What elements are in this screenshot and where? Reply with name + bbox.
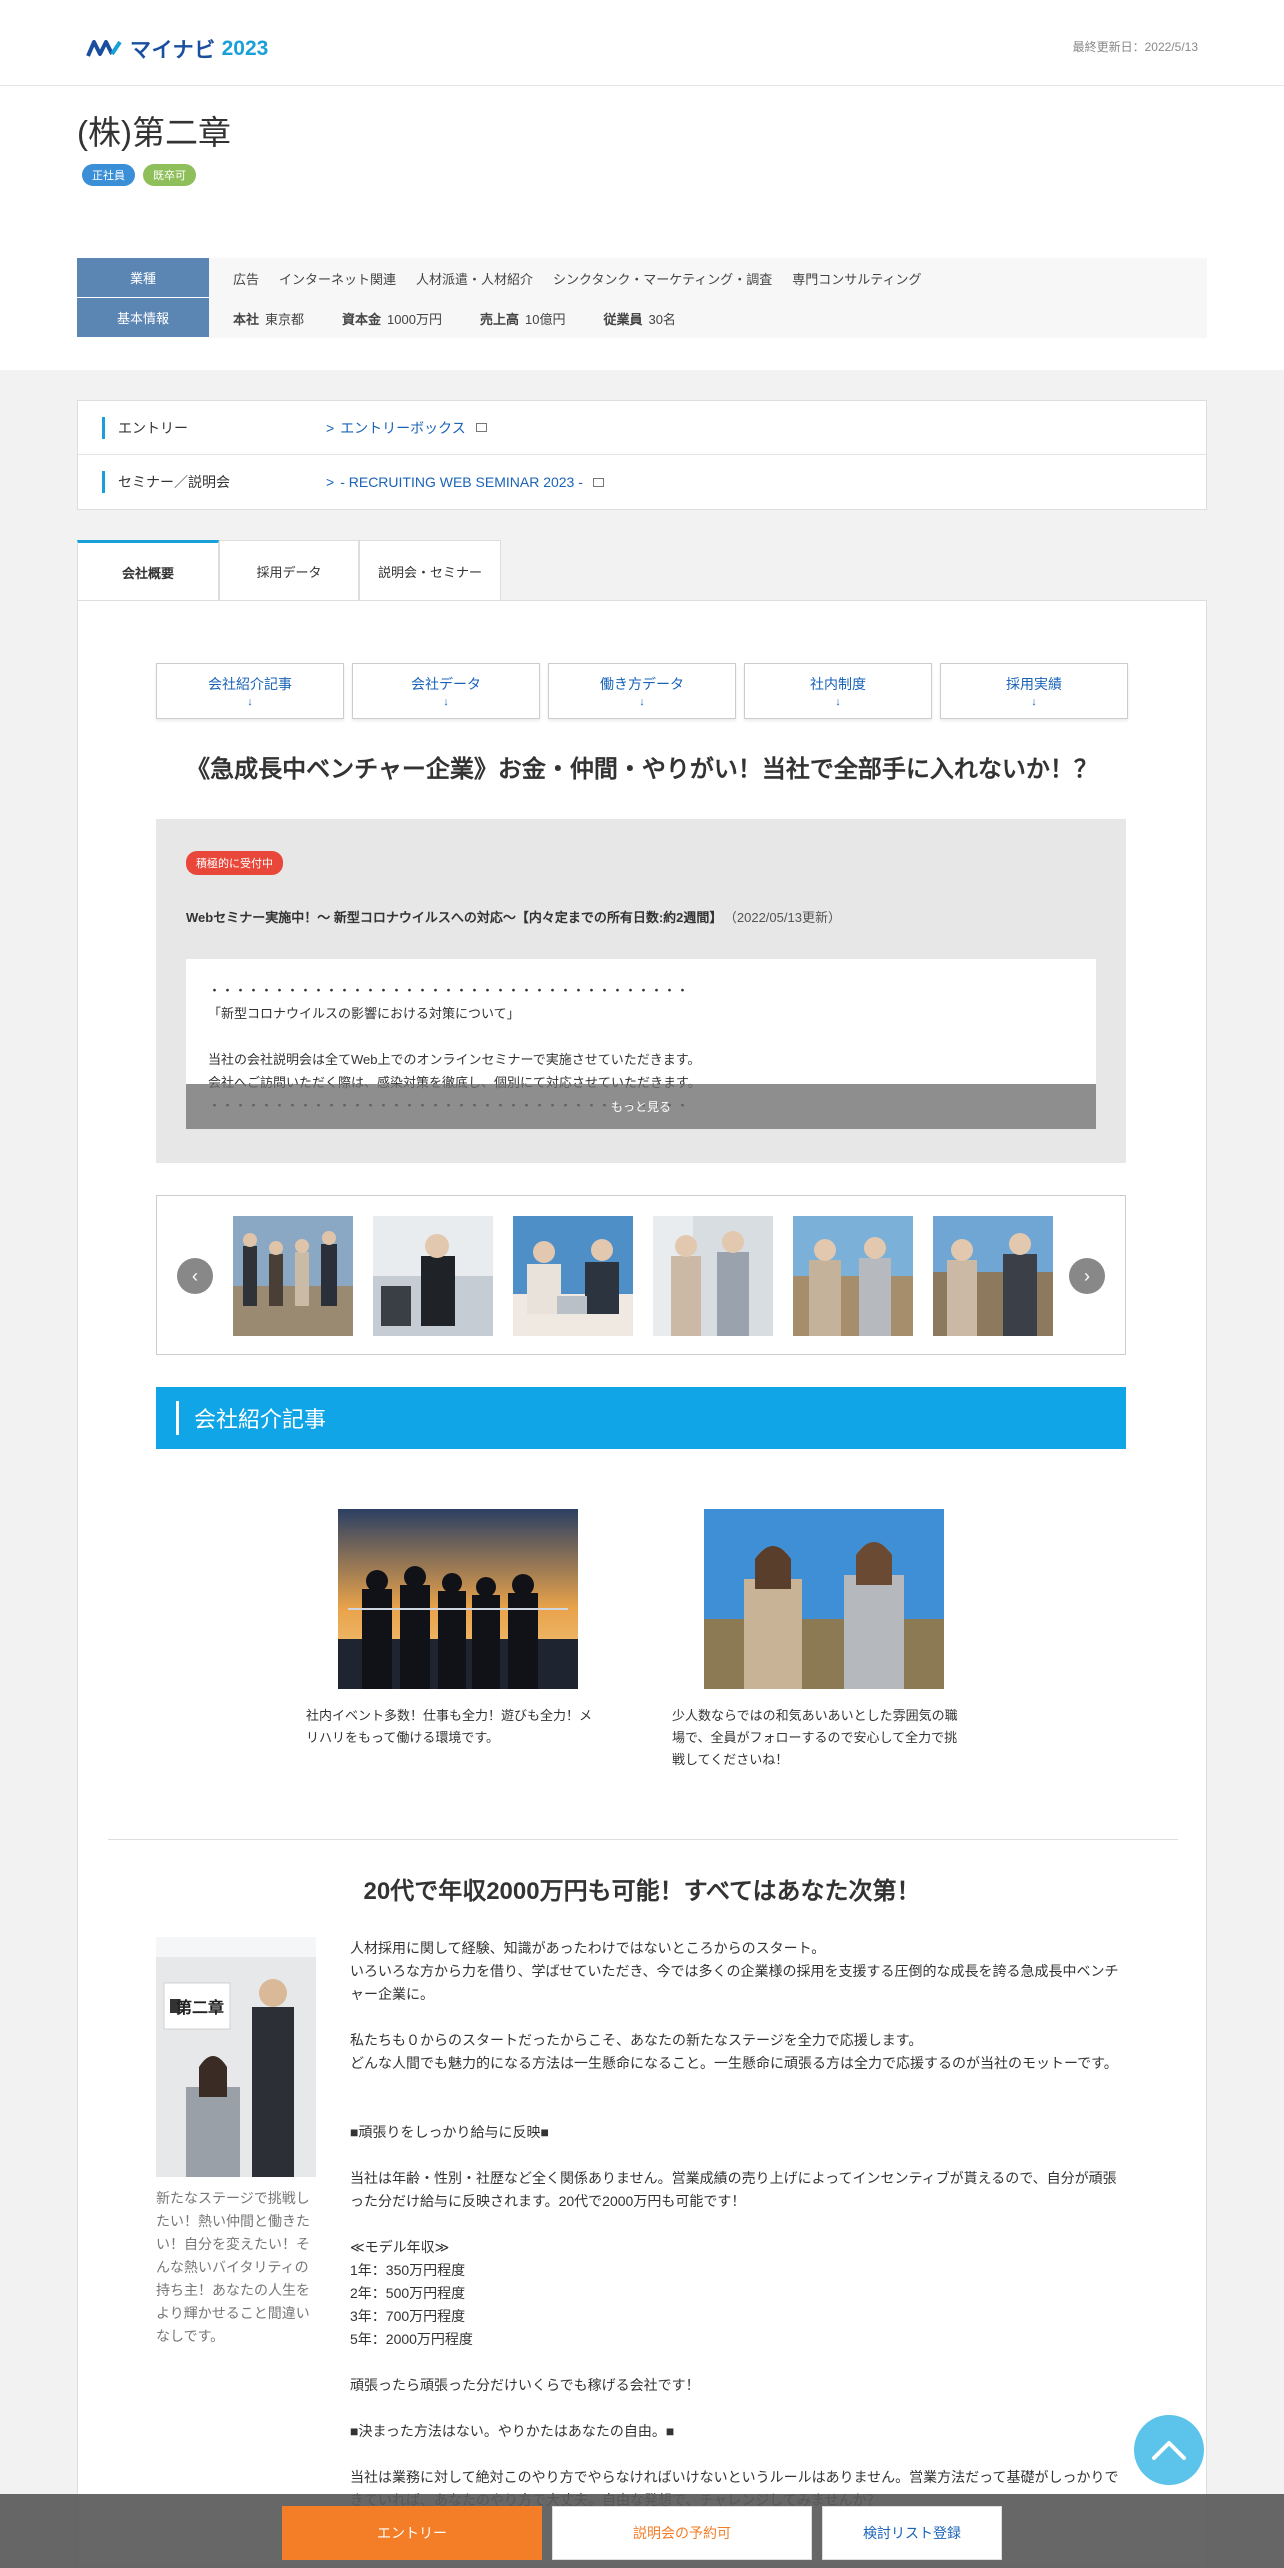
reserve-seminar-button[interactable]: 説明会の予約可 xyxy=(552,2506,812,2560)
section-subnav: 会社紹介記事 ↓ 会社データ ↓ 働き方データ ↓ 社内制度 ↓ 採用実績 ↓ xyxy=(156,663,1128,719)
industry-item: インターネット関連 xyxy=(279,271,397,287)
section-divider xyxy=(108,1839,1178,1840)
basic-info-values: 本社 東京都 資本金 1000万円 売上高 10億円 従業員 30名 xyxy=(209,298,1207,338)
entry-box-link-label: エントリーボックス xyxy=(340,419,466,436)
news-line: 当社の会社説明会は全てWeb上でのオンラインセミナーで実施させていただきます。 xyxy=(208,1052,701,1067)
news-title: Webセミナー実施中！～ 新型コロナウイルスへの対応～【内々定までの所有日数:約… xyxy=(186,910,841,925)
company-info-table: 業種 広告 インターネット関連 人材派遣・人材紹介 シンクタンク・マーケティング… xyxy=(77,258,1207,338)
gallery-photo[interactable] xyxy=(933,1216,1053,1336)
add-to-list-button[interactable]: 検討リスト登録 xyxy=(822,2506,1002,2560)
seminar-link[interactable]: > - RECRUITING WEB SEMINAR 2023 - xyxy=(326,474,604,490)
logo-mark-icon xyxy=(86,40,122,57)
sticky-action-bar: エントリー 説明会の予約可 検討リスト登録 xyxy=(0,2494,1284,2568)
pr-body-text: 人材採用に関して経験、知識があったわけではないところからのスタート。 いろいろな… xyxy=(350,1940,1119,2508)
tab-recruit-data[interactable]: 採用データ xyxy=(219,540,359,601)
article-list: 社内イベント多数！仕事も全力！遊びも全力！メリハリをもって働ける環境です。 少人… xyxy=(306,1509,972,1771)
tab-bar: 会社概要 採用データ 説明会・セミナー xyxy=(77,540,501,601)
company-name: (株)第二章 xyxy=(77,114,231,151)
gallery-photo[interactable] xyxy=(793,1216,913,1336)
entry-box: エントリー > エントリーボックス セミナー／説明会 > - RECRUITIN… xyxy=(77,400,1207,510)
chevron-right-icon: > xyxy=(326,419,335,436)
tab-seminars[interactable]: 説明会・セミナー xyxy=(359,540,501,601)
industry-item: 人材派遣・人材紹介 xyxy=(416,271,534,287)
svg-text:第二章: 第二章 xyxy=(176,1998,224,2017)
main-content: 会社紹介記事 ↓ 会社データ ↓ 働き方データ ↓ 社内制度 ↓ 採用実績 ↓ 《急成長中… xyxy=(77,600,1207,2568)
external-link-icon xyxy=(592,477,604,487)
industry-label: 業種 xyxy=(77,258,209,298)
show-more-button[interactable]: もっと見る xyxy=(186,1084,1096,1129)
subnav-work-data[interactable]: 働き方データ ↓ xyxy=(548,663,736,719)
industry-values: 広告 インターネット関連 人材派遣・人材紹介 シンクタンク・マーケティング・調査… xyxy=(209,258,1207,298)
subnav-articles[interactable]: 会社紹介記事 ↓ xyxy=(156,663,344,719)
arrow-down-icon: ↓ xyxy=(835,696,841,708)
subnav-hiring-record[interactable]: 採用実績 ↓ xyxy=(940,663,1128,719)
seminar-row: セミナー／説明会 > - RECRUITING WEB SEMINAR 2023… xyxy=(78,455,1206,509)
article-caption: 少人数ならではの和気あいあいとした雰囲気の職場で、全員がフォローするので安心して… xyxy=(672,1708,958,1767)
news-line: 「新型コロナウイルスの影響における対策について」 xyxy=(208,1006,520,1021)
industry-item: 広告 xyxy=(233,271,260,287)
arrow-down-icon: ↓ xyxy=(639,696,645,708)
entry-row: エントリー > エントリーボックス xyxy=(78,401,1206,455)
gallery-photo[interactable] xyxy=(373,1216,493,1336)
entry-box-link[interactable]: > エントリーボックス xyxy=(326,418,487,438)
arrow-down-icon: ↓ xyxy=(443,696,449,708)
badges: 正社員 既卒可 xyxy=(82,164,196,186)
article-photo xyxy=(704,1509,944,1689)
news-date: （2022/05/13更新） xyxy=(730,910,841,925)
article-card[interactable]: 社内イベント多数！仕事も全力！遊びも全力！メリハリをもって働ける環境です。 xyxy=(306,1509,606,1771)
logo-year: 2023 xyxy=(221,37,269,60)
basic-item-employees: 従業員 30名 xyxy=(603,311,676,327)
last-updated: 最終更新日：2022/5/13 xyxy=(1072,40,1198,54)
news-panel: 積極的に受付中 Webセミナー実施中！～ 新型コロナウイルスへの対応～【内々定ま… xyxy=(156,819,1126,1163)
article-caption: 社内イベント多数！仕事も全力！遊びも全力！メリハリをもって働ける環境です。 xyxy=(306,1708,593,1745)
section-title-articles: 会社紹介記事 xyxy=(156,1387,1126,1449)
basic-item-capital: 資本金 1000万円 xyxy=(342,311,442,327)
basic-item-hq: 本社 東京都 xyxy=(233,311,305,327)
news-line xyxy=(208,1025,1074,1048)
entry-row-label: エントリー xyxy=(118,419,188,436)
company-summary: (株)第二章 正社員 既卒可 業種 広告 インターネット関連 人材派遣・人材紹介… xyxy=(0,86,1284,370)
industry-item: 専門コンサルティング xyxy=(792,271,922,287)
article-card[interactable]: 少人数ならではの和気あいあいとした雰囲気の職場で、全員がフォローするので安心して… xyxy=(672,1509,972,1771)
news-line: ・・・・・・・・・・・・・・・・・・・・・・・・・・・・・・・・・・・・・ xyxy=(208,983,690,998)
badge-graduate: 既卒可 xyxy=(143,164,196,186)
gallery-photo[interactable] xyxy=(233,1216,353,1336)
pr-photo-caption: 新たなステージで挑戦したい！熱い仲間と働きたい！自分を変えたい！そんな熱いバイタ… xyxy=(156,2190,310,2344)
subnav-systems[interactable]: 社内制度 ↓ xyxy=(744,663,932,719)
mynavi-logo[interactable]: マイナビ 2023 xyxy=(86,34,268,64)
seminar-row-label: セミナー／説明会 xyxy=(118,474,230,490)
article-photo xyxy=(338,1509,578,1689)
external-link-icon xyxy=(475,423,487,432)
seminar-row-marker xyxy=(102,471,105,493)
pr-title: 20代で年収2000万円も可能！すべてはあなた次第！ xyxy=(363,1878,921,1905)
entry-button[interactable]: エントリー xyxy=(282,2506,542,2560)
basic-item-sales: 売上高 10億円 xyxy=(479,311,566,327)
entry-row-marker xyxy=(102,417,105,439)
catchcopy: 《急成長中ベンチャー企業》お金・仲間・やりがい！当社で全部手に入れないか！？ xyxy=(186,756,1098,783)
tab-company-overview[interactable]: 会社概要 xyxy=(77,540,219,601)
gallery-next-button[interactable]: › xyxy=(1069,1258,1105,1294)
chevron-up-icon xyxy=(1152,2441,1186,2460)
gallery-thumbnails xyxy=(233,1216,1053,1336)
news-status-badge: 積極的に受付中 xyxy=(186,851,283,875)
photo-gallery: ‹ › xyxy=(156,1195,1126,1355)
logo-text: マイナビ xyxy=(130,39,216,62)
seminar-link-label: - RECRUITING WEB SEMINAR 2023 - xyxy=(340,474,583,490)
industry-item: シンクタンク・マーケティング・調査 xyxy=(553,271,773,287)
basic-info-label: 基本情報 xyxy=(77,298,209,338)
scroll-to-top-button[interactable] xyxy=(1134,2415,1204,2485)
gallery-photo[interactable] xyxy=(653,1216,773,1336)
gallery-prev-button[interactable]: ‹ xyxy=(177,1258,213,1294)
industry-row: 業種 広告 インターネット関連 人材派遣・人材紹介 シンクタンク・マーケティング… xyxy=(77,258,1207,298)
pr-photo: 第二章 xyxy=(156,1937,316,2177)
arrow-down-icon: ↓ xyxy=(247,696,253,708)
gallery-photo[interactable] xyxy=(513,1216,633,1336)
arrow-down-icon: ↓ xyxy=(1031,696,1037,708)
chevron-right-icon: > xyxy=(326,474,335,490)
basic-info-row: 基本情報 本社 東京都 資本金 1000万円 売上高 10億円 従業員 30名 xyxy=(77,298,1207,338)
site-header: マイナビ 2023 最終更新日：2022/5/13 xyxy=(0,0,1284,86)
badge-fulltime: 正社員 xyxy=(82,164,135,186)
subnav-company-data[interactable]: 会社データ ↓ xyxy=(352,663,540,719)
